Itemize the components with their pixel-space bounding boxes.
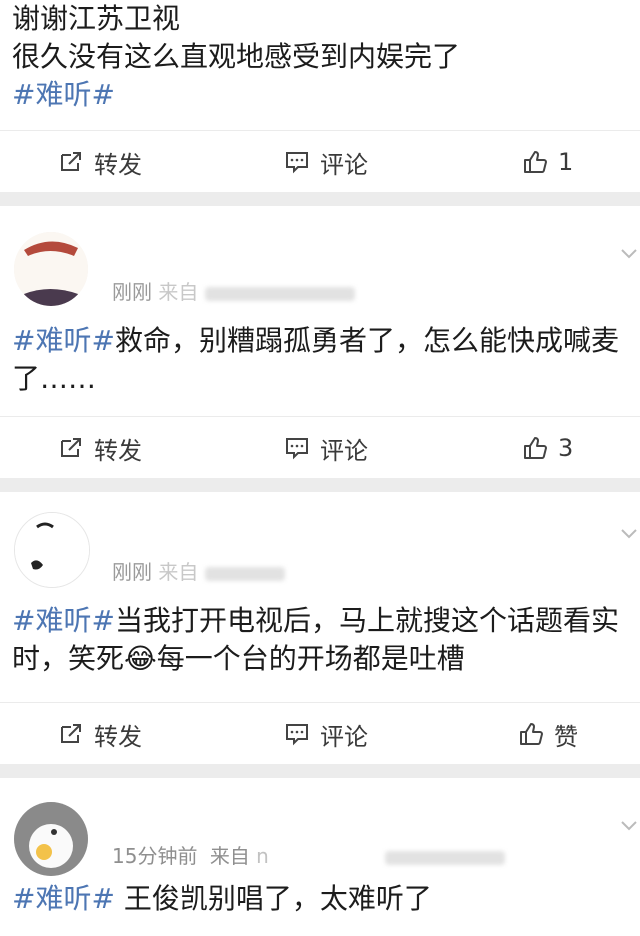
post-meta: 刚刚 来自 (112, 276, 355, 305)
post-line: 谢谢江苏卫视 (12, 2, 181, 35)
post-text-4: #难听# 王俊凯别唱了，太难听了 (0, 880, 640, 918)
post-actions: 转发 评论 3 (0, 416, 640, 478)
post-header: 15分钟前 来自 n (0, 778, 640, 878)
hashtag-link[interactable]: #难听# (12, 78, 115, 111)
avatar-image (15, 513, 89, 587)
laughing-crying-emoji: 😂 (124, 642, 157, 675)
post-time: 刚刚 (112, 560, 152, 584)
post-text-2: #难听#救命，别糟蹋孤勇者了，怎么能快成喊麦 了…… (0, 322, 640, 398)
post-body: 王俊凯别唱了，太难听了 (114, 882, 432, 915)
like-label: 赞 (554, 722, 578, 751)
share-icon (61, 438, 81, 457)
post-header: 刚刚 来自 (0, 492, 640, 602)
post-text-3: #难听#当我打开电视后，马上就搜这个话题看实 时，笑死😂每一个台的开场都是吐槽 (0, 602, 640, 678)
post-source: 来自 (158, 560, 199, 584)
post-text-1: 谢谢江苏卫视 很久没有这么直观地感受到内娱完了 #难听# (0, 0, 640, 114)
share-button[interactable]: 转发 (58, 417, 142, 478)
post-header: 刚刚 来自 (0, 206, 640, 316)
post-time: 刚刚 (112, 280, 152, 304)
post-body: 救命，别糟蹋孤勇者了，怎么能快成喊麦 (114, 324, 619, 357)
source-redacted (204, 286, 355, 301)
post-card-3: 刚刚 来自 #难听#当我打开电视后，马上就搜这个话题看实 时，笑死😂每一个台的开… (0, 492, 640, 764)
comment-label: 评论 (320, 150, 368, 179)
hashtag-link[interactable]: #难听# (12, 882, 115, 915)
comment-icon (286, 724, 308, 746)
post-card-1: 谢谢江苏卫视 很久没有这么直观地感受到内娱完了 #难听# 转发 评论 1 (0, 0, 640, 192)
thumbs-up-icon (524, 437, 547, 459)
post-source: 来自 (158, 280, 199, 304)
avatar[interactable] (14, 512, 90, 588)
chevron-down-icon[interactable] (618, 242, 640, 264)
post-body-line2: 时，笑死 (12, 642, 125, 675)
post-line: 很久没有这么直观地感受到内娱完了 (12, 40, 461, 73)
source-redacted (204, 566, 285, 581)
separator (0, 478, 640, 492)
comment-button[interactable]: 评论 (284, 703, 368, 764)
avatar-image (14, 232, 88, 306)
comment-button[interactable]: 评论 (284, 131, 368, 192)
like-button[interactable]: 赞 (518, 703, 578, 764)
comment-label: 评论 (320, 436, 368, 465)
share-label: 转发 (94, 150, 142, 179)
share-label: 转发 (94, 436, 142, 465)
post-card-4: 15分钟前 来自 n #难听# 王俊凯别唱了，太难听了 (0, 778, 640, 936)
share-icon (61, 724, 81, 743)
share-label: 转发 (94, 722, 142, 751)
thumbs-up-icon (524, 151, 547, 173)
avatar[interactable] (14, 802, 88, 876)
post-time: 15分钟前 (112, 844, 198, 868)
chevron-down-icon[interactable] (618, 814, 640, 836)
share-button[interactable]: 转发 (58, 131, 142, 192)
avatar[interactable] (14, 232, 88, 306)
post-card-2: 刚刚 来自 #难听#救命，别糟蹋孤勇者了，怎么能快成喊麦 了…… 转发 评论 3 (0, 206, 640, 478)
avatar-image (14, 802, 88, 876)
thumbs-up-icon (520, 723, 543, 745)
source-redacted (385, 850, 506, 865)
hashtag-link[interactable]: #难听# (12, 604, 115, 637)
share-button[interactable]: 转发 (58, 703, 142, 764)
separator (0, 192, 640, 206)
post-meta: 15分钟前 来自 n (112, 840, 506, 869)
post-body: 当我打开电视后，马上就搜这个话题看实 (114, 604, 619, 637)
like-button[interactable]: 3 (522, 417, 573, 478)
post-source-partial: n (256, 844, 269, 868)
comment-button[interactable]: 评论 (284, 417, 368, 478)
like-count: 1 (558, 148, 574, 176)
post-body-line2-rest: 每一个台的开场都是吐槽 (156, 642, 465, 675)
post-actions: 转发 评论 赞 (0, 702, 640, 764)
comment-icon (286, 438, 308, 460)
hashtag-link[interactable]: #难听# (12, 324, 115, 357)
chevron-down-icon[interactable] (618, 522, 640, 544)
post-source: 来自 (209, 844, 250, 868)
post-actions: 转发 评论 1 (0, 130, 640, 192)
comment-icon (286, 152, 308, 174)
post-meta: 刚刚 来自 (112, 556, 285, 585)
comment-label: 评论 (320, 722, 368, 751)
like-button[interactable]: 1 (522, 131, 573, 192)
separator (0, 764, 640, 778)
share-icon (61, 152, 81, 171)
post-body-line2: 了…… (12, 362, 97, 395)
like-count: 3 (558, 434, 574, 462)
